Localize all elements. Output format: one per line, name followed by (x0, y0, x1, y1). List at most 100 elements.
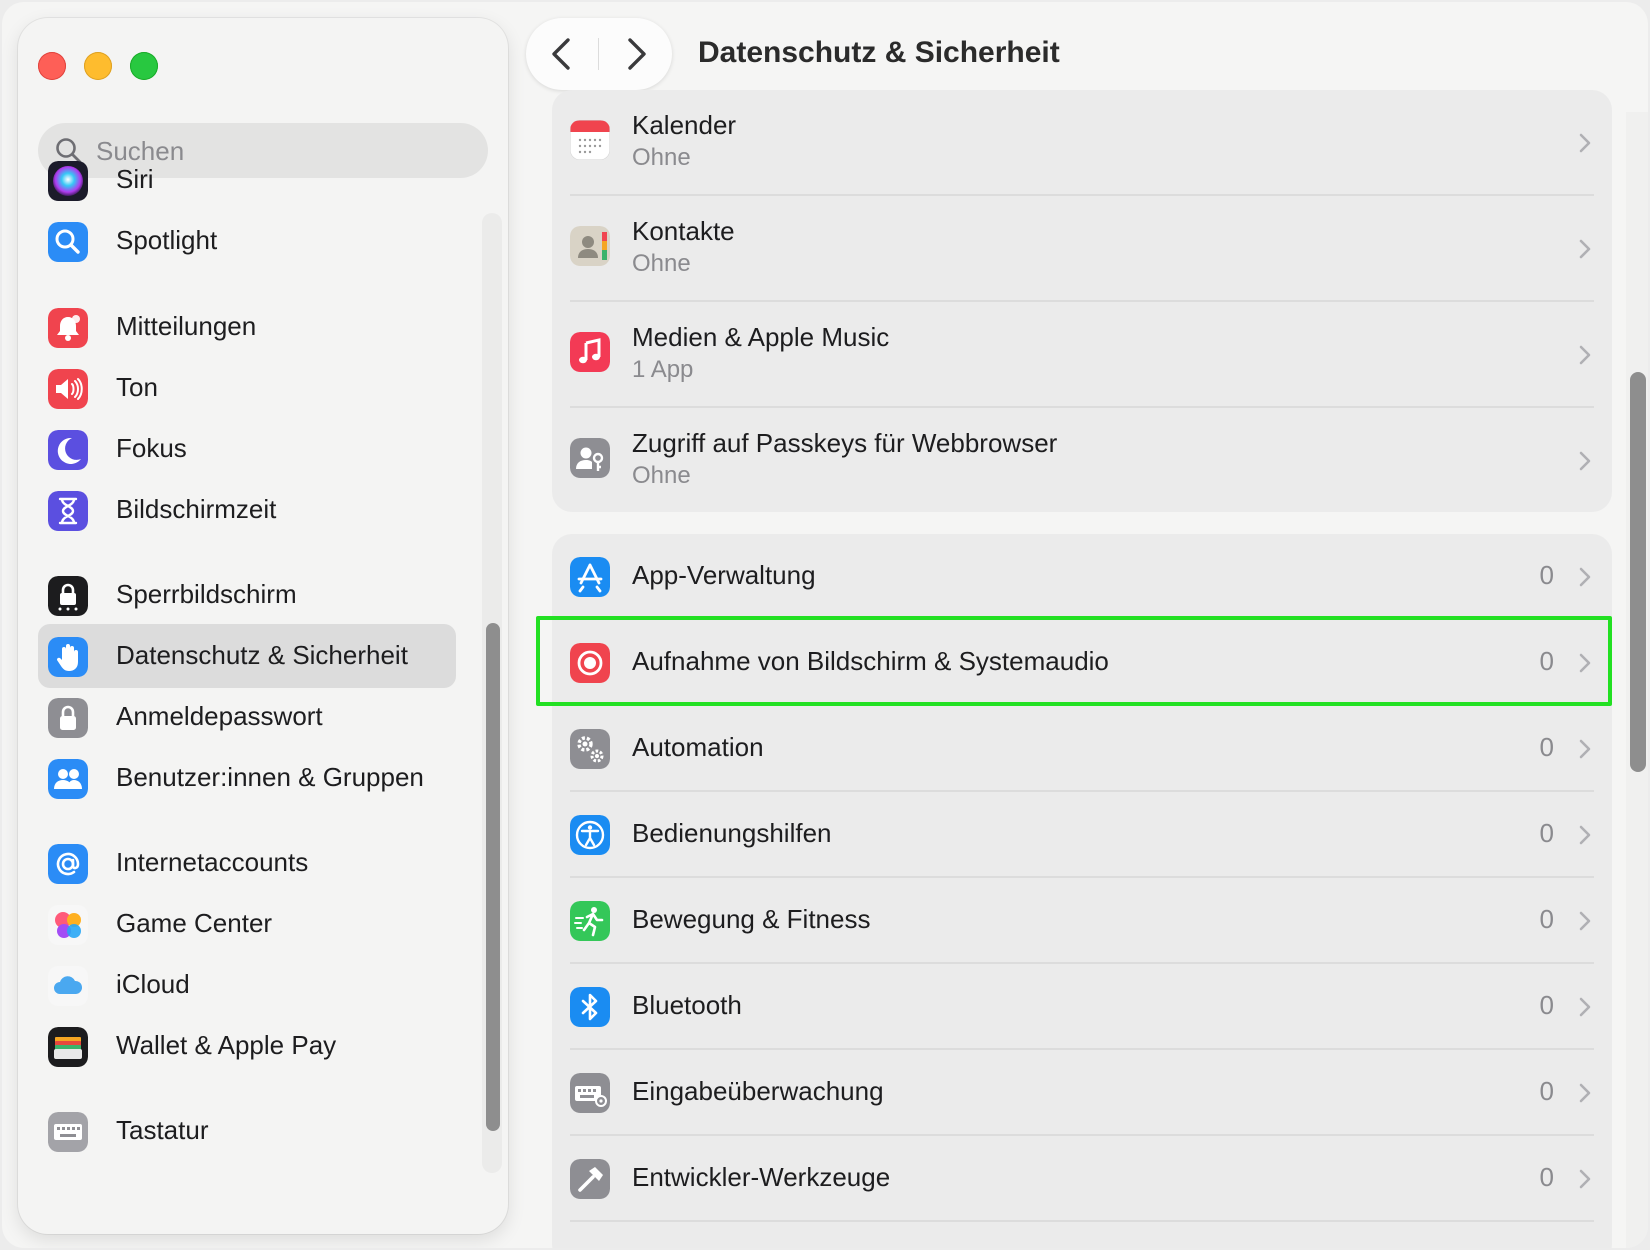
cloud-icon (48, 966, 88, 1006)
siri-icon (48, 161, 88, 201)
sidebar-item-bildschirmzeit[interactable]: Bildschirmzeit (38, 478, 456, 542)
padlock-icon (48, 698, 88, 738)
row-subtitle: 1 App (632, 356, 694, 383)
sidebar-item-label: Siri (116, 164, 154, 194)
list-item-app-verwaltung[interactable]: App-Verwaltung 0 (552, 534, 1612, 620)
chevron-right-icon (1579, 1169, 1591, 1189)
sidebar-item-fokus[interactable]: Fokus (38, 417, 456, 481)
speaker-icon (48, 369, 88, 409)
zoom-window-button[interactable] (130, 52, 158, 80)
hammer-icon (570, 1159, 610, 1199)
sidebar-item-ton[interactable]: Ton (38, 356, 456, 420)
permission-count: 0 (1539, 560, 1554, 590)
row-subtitle: Ohne (632, 144, 691, 171)
gears-icon (570, 729, 610, 769)
chevron-right-icon (1579, 911, 1591, 931)
permission-count: 0 (1539, 1162, 1554, 1192)
media-access-group: Kalender Ohne Kontakte Ohne Medien & App… (552, 90, 1612, 512)
hand-icon (48, 637, 88, 677)
sidebar-item-datenschutz[interactable]: Datenschutz & Sicherheit (38, 624, 456, 688)
passkey-icon (570, 438, 610, 478)
sidebar-item-sperrbildschirm[interactable]: Sperrbildschirm (38, 563, 456, 627)
sidebar-scrollbar-thumb[interactable] (486, 623, 500, 1131)
forward-button[interactable] (600, 18, 672, 90)
chevron-right-icon (628, 38, 646, 70)
users-icon (48, 759, 88, 799)
calendar-icon (570, 120, 610, 160)
bluetooth-icon (570, 987, 610, 1027)
sidebar-item-icloud[interactable]: iCloud (38, 953, 456, 1017)
contacts-icon (570, 226, 610, 266)
close-window-button[interactable] (38, 52, 66, 80)
main-scrollbar-thumb[interactable] (1630, 372, 1646, 772)
sidebar-item-label: Bildschirmzeit (116, 494, 277, 524)
navigation-buttons (526, 18, 672, 90)
permission-count: 0 (1539, 1076, 1554, 1106)
list-item-partial[interactable] (552, 1222, 1612, 1248)
lock-screen-icon (48, 576, 88, 616)
list-item-kontakte[interactable]: Kontakte Ohne (552, 196, 1612, 302)
sidebar-item-label: Wallet & Apple Pay (116, 1030, 337, 1060)
list-item-medien[interactable]: Medien & Apple Music 1 App (552, 302, 1612, 408)
sidebar-item-internetaccounts[interactable]: Internetaccounts (38, 831, 456, 895)
sidebar-item-label: iCloud (116, 969, 190, 999)
sidebar-item-label: Anmeldepasswort (116, 701, 323, 731)
page-title: Datenschutz & Sicherheit (698, 36, 1060, 69)
chevron-right-icon (1579, 739, 1591, 759)
sidebar-item-label: Game Center (116, 908, 273, 938)
sidebar-item-mitteilungen[interactable]: Mitteilungen (38, 295, 456, 359)
list-item-bluetooth[interactable]: Bluetooth 0 (552, 964, 1612, 1050)
list-item-passkeys[interactable]: Zugriff auf Passkeys für Webbrowser Ohne (552, 408, 1612, 512)
chevron-right-icon (1579, 239, 1591, 259)
row-title: Medien & Apple Music (632, 322, 890, 352)
sidebar-item-label: Benutzer:innen & Gruppen (116, 762, 424, 792)
list-item-entwickler-werkzeuge[interactable]: Entwickler-Werkzeuge 0 (552, 1136, 1612, 1222)
game-center-icon (48, 905, 88, 945)
sidebar-item-label: Mitteilungen (116, 311, 257, 341)
chevron-right-icon (1579, 997, 1591, 1017)
row-title: Zugriff auf Passkeys für Webbrowser (632, 428, 1058, 458)
spotlight-icon (48, 222, 88, 262)
chevron-right-icon (1579, 567, 1591, 587)
chevron-left-icon (552, 38, 570, 70)
sidebar-item-label: Ton (116, 372, 158, 402)
row-title: Kontakte (632, 216, 735, 246)
row-title: Kalender (632, 110, 737, 140)
hourglass-icon (48, 491, 88, 531)
list-item-bewegung-fitness[interactable]: Bewegung & Fitness 0 (552, 878, 1612, 964)
chevron-right-icon (1579, 451, 1591, 471)
row-title: Bluetooth (632, 990, 742, 1020)
row-subtitle: Ohne (632, 250, 691, 277)
highlight-box (536, 616, 1612, 706)
sidebar-item-spotlight[interactable]: Spotlight (38, 209, 456, 273)
sidebar-item-benutzer[interactable]: Benutzer:innen & Gruppen (38, 746, 456, 810)
list-item-eingabeueberwachung[interactable]: Eingabeüberwachung 0 (552, 1050, 1612, 1136)
sidebar-item-wallet[interactable]: Wallet & Apple Pay (38, 1014, 456, 1078)
list-item-automation[interactable]: Automation 0 (552, 706, 1612, 792)
chevron-right-icon (1579, 133, 1591, 153)
sidebar-item-tastatur[interactable]: Tastatur (38, 1099, 456, 1163)
list-item-kalender[interactable]: Kalender Ohne (552, 90, 1612, 196)
row-title: Bewegung & Fitness (632, 904, 871, 934)
settings-window: Siri Spotlight (2, 2, 1648, 1248)
sidebar-item-label: Spotlight (116, 225, 218, 255)
chevron-right-icon (1579, 1083, 1591, 1103)
sidebar-item-game-center[interactable]: Game Center (38, 892, 456, 956)
row-subtitle: Ohne (632, 462, 691, 489)
permission-count: 0 (1539, 732, 1554, 762)
sidebar-item-label: Sperrbildschirm (116, 579, 297, 609)
sidebar-item-label: Tastatur (116, 1115, 209, 1145)
back-button[interactable] (526, 18, 598, 90)
keyboard-monitor-icon (570, 1073, 610, 1113)
running-icon (570, 901, 610, 941)
sidebar-item-anmeldepasswort[interactable]: Anmeldepasswort (38, 685, 456, 749)
sidebar-item-label: Datenschutz & Sicherheit (116, 640, 408, 670)
sidebar-item-label: Internetaccounts (116, 847, 309, 877)
minimize-window-button[interactable] (84, 52, 112, 80)
keyboard-icon (48, 1112, 88, 1152)
at-icon (48, 844, 88, 884)
chevron-right-icon (1579, 825, 1591, 845)
list-item-bedienungshilfen[interactable]: Bedienungshilfen 0 (552, 792, 1612, 878)
app-store-icon (570, 557, 610, 597)
sidebar-item-siri[interactable]: Siri (38, 148, 456, 212)
